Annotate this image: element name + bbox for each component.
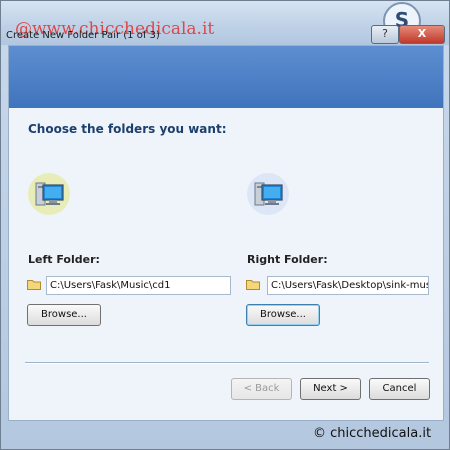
right-folder-path-input[interactable]: C:\Users\Fask\Desktop\sink-mus [267, 276, 429, 295]
computer-icon [247, 173, 289, 215]
header-band [9, 46, 443, 108]
right-folder-label: Right Folder: [247, 253, 328, 266]
left-folder-label: Left Folder: [28, 253, 100, 266]
footer-separator [25, 362, 429, 364]
help-button[interactable]: ? [371, 25, 399, 44]
cancel-button[interactable]: Cancel [369, 378, 430, 400]
left-folder-path-input[interactable]: C:\Users\Fask\Music\cd1 [46, 276, 231, 295]
watermark-bottom: © chicchedicala.it [313, 426, 432, 441]
folder-icon [27, 280, 41, 290]
dialog-window: S @www.chicchedicala.it Create New Folde… [0, 0, 450, 450]
computer-icon [28, 173, 70, 215]
right-browse-button[interactable]: Browse... [246, 304, 320, 326]
back-button[interactable]: < Back [231, 378, 292, 400]
folder-icon [246, 280, 260, 290]
page-heading: Choose the folders you want: [28, 122, 227, 136]
left-browse-button[interactable]: Browse... [27, 304, 101, 326]
close-button[interactable]: X [399, 25, 445, 44]
wizard-content: Choose the folders you want: Left Folder… [8, 45, 444, 421]
window-title: Create New Folder Pair (1 of 3) [6, 30, 160, 41]
next-button[interactable]: Next > [300, 378, 361, 400]
title-bar[interactable]: S @www.chicchedicala.it Create New Folde… [1, 1, 449, 45]
